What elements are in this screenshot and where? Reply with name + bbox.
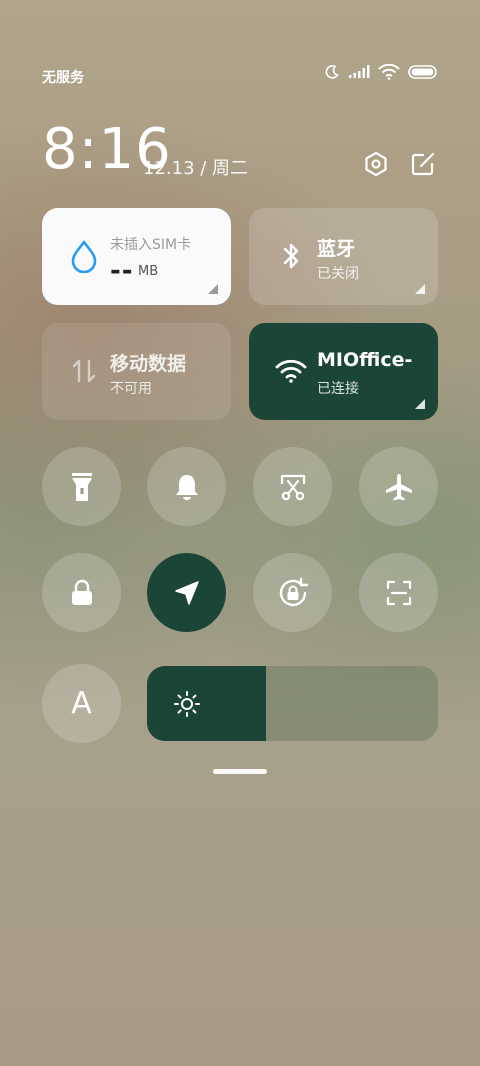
data-arrows-icon xyxy=(66,353,102,389)
wifi-icon xyxy=(273,353,309,389)
scan-icon xyxy=(386,580,411,605)
bluetooth-icon xyxy=(273,238,309,274)
font-size-label: A xyxy=(71,686,92,721)
bell-icon xyxy=(175,474,198,500)
battery-icon xyxy=(408,65,437,79)
sim-data-usage: -- xyxy=(110,256,134,286)
water-drop-icon xyxy=(66,238,102,274)
wifi-status: 已连接 xyxy=(317,381,359,397)
wifi-icon xyxy=(378,64,400,80)
lock-toggle[interactable] xyxy=(42,553,121,632)
tile-expand-corner xyxy=(415,399,425,409)
tile-expand-corner xyxy=(415,284,425,294)
sim-status-label: 未插入SIM卡 xyxy=(110,237,192,253)
edit-icon xyxy=(411,152,435,176)
bluetooth-status: 已关闭 xyxy=(317,266,359,282)
screenshot-toggle[interactable] xyxy=(253,447,332,526)
moon-icon xyxy=(325,65,339,79)
airplane-icon xyxy=(385,473,412,500)
settings-icon xyxy=(365,151,387,177)
rotation-lock-toggle[interactable] xyxy=(253,553,332,632)
sun-icon xyxy=(174,691,200,717)
home-indicator[interactable] xyxy=(213,769,267,774)
flashlight-toggle[interactable] xyxy=(42,447,121,526)
wifi-network-name: MIOffice- xyxy=(317,349,413,371)
status-icons xyxy=(324,64,438,80)
sim-data-unit: MB xyxy=(138,264,159,279)
clock-date: 12.13 / 周二 xyxy=(143,158,249,179)
scanner-toggle[interactable] xyxy=(359,553,438,632)
location-arrow-icon xyxy=(174,580,199,605)
sim-data-tile[interactable]: 未插入SIM卡 -- MB xyxy=(42,208,231,305)
scissors-icon xyxy=(280,474,305,500)
lock-icon xyxy=(71,579,92,605)
font-size-toggle[interactable]: A xyxy=(42,664,121,743)
rotation-lock-icon xyxy=(279,577,308,606)
mobile-data-label: 移动数据 xyxy=(110,353,187,375)
airplane-toggle[interactable] xyxy=(359,447,438,526)
flashlight-icon xyxy=(71,472,92,501)
location-toggle[interactable] xyxy=(147,553,226,632)
brightness-level-fill xyxy=(147,666,267,741)
brightness-slider[interactable] xyxy=(147,666,438,741)
edit-button[interactable] xyxy=(409,150,437,178)
tile-expand-corner xyxy=(208,284,218,294)
carrier-status: 无服务 xyxy=(42,70,84,86)
signal-icon xyxy=(349,65,370,78)
settings-button[interactable] xyxy=(362,150,390,178)
mobile-data-status: 不可用 xyxy=(110,381,152,397)
bell-toggle[interactable] xyxy=(147,447,226,526)
mobile-data-tile[interactable]: 移动数据 不可用 xyxy=(42,323,231,420)
wifi-tile[interactable]: MIOffice- 已连接 xyxy=(249,323,438,420)
bluetooth-tile[interactable]: 蓝牙 已关闭 xyxy=(249,208,438,305)
bluetooth-label: 蓝牙 xyxy=(317,238,356,260)
